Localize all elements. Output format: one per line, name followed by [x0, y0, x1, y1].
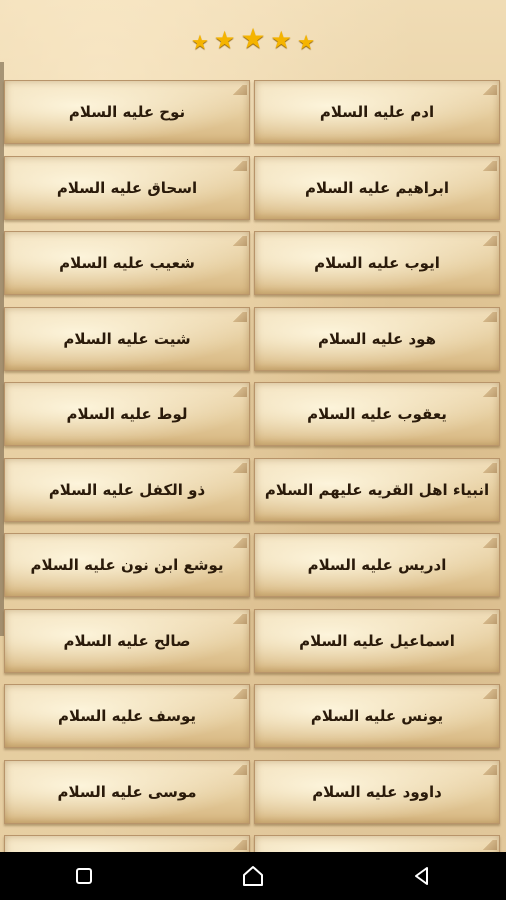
- list-item[interactable]: ذو الكفل عليه السلام: [4, 457, 250, 522]
- list-item-label: يوشع ابن نون عليه السلام: [30, 556, 224, 574]
- list-item-label: اسماعيل عليه السلام: [299, 631, 455, 650]
- list-item-label: لوط عليه السلام: [66, 405, 188, 423]
- list-item[interactable]: موسى عليه السلام: [4, 759, 250, 824]
- list-item-label: ذو الكفل عليه السلام: [48, 480, 206, 499]
- list-item[interactable]: شيت عليه السلام: [4, 306, 250, 371]
- list-item[interactable]: يوسف عليه السلام: [4, 684, 250, 748]
- circle-icon: [242, 866, 263, 886]
- list-item-label: ادم عليه السلام: [319, 103, 435, 121]
- star-icon[interactable]: ★: [271, 28, 293, 52]
- star-icon[interactable]: ★: [191, 32, 209, 52]
- list-item-label: صالح عليه السلام: [63, 631, 191, 650]
- list-item[interactable]: ادم عليه السلام: [254, 80, 500, 144]
- list-item[interactable]: ايوب عليه السلام: [254, 231, 500, 295]
- list-item-label: يوسف عليه السلام: [57, 707, 197, 725]
- list-item[interactable]: نوح عليه السلام: [4, 80, 250, 144]
- list-item[interactable]: داوود عليه السلام: [254, 759, 500, 824]
- list-item-label: شيت عليه السلام: [63, 329, 191, 348]
- triangle-back-icon: [414, 867, 428, 885]
- list-item-label: يعقوب عليه السلام: [307, 405, 447, 423]
- list-item[interactable]: يوشع ابن نون عليه السلام: [4, 533, 250, 597]
- prophets-grid-full: نوح عليه السلام ادم عليه السلام اسحاق عليه…: [4, 80, 504, 889]
- list-item-label: داوود عليه السلام: [312, 782, 442, 801]
- list-item[interactable]: ادريس عليه السلام: [254, 533, 500, 597]
- list-item[interactable]: يونس عليه السلام: [254, 684, 500, 748]
- star-icon[interactable]: ★: [297, 32, 315, 52]
- list-item[interactable]: ابراهيم عليه السلام: [254, 155, 500, 220]
- list-item-label: هود عليه السلام: [318, 329, 436, 348]
- recents-button[interactable]: [54, 852, 114, 900]
- back-button[interactable]: [392, 852, 452, 900]
- list-item[interactable]: انبياء اهل القريه عليهم السلام: [254, 457, 500, 522]
- star-icon[interactable]: ★: [214, 28, 236, 52]
- list-item-label: يونس عليه السلام: [310, 707, 444, 725]
- list-item-label: ابراهيم عليه السلام: [305, 178, 449, 197]
- list-item[interactable]: شعيب عليه السلام: [4, 231, 250, 295]
- list-item[interactable]: اسحاق عليه السلام: [4, 155, 250, 220]
- square-icon: [76, 868, 93, 884]
- list-item[interactable]: هود عليه السلام: [254, 306, 500, 371]
- star-icon[interactable]: ★: [240, 25, 265, 53]
- list-item-label: موسى عليه السلام: [57, 782, 197, 801]
- list-item-label: نوح عليه السلام: [68, 103, 186, 121]
- list-item[interactable]: يعقوب عليه السلام: [254, 382, 500, 446]
- system-navigation-bar: [0, 852, 506, 900]
- rating-stars[interactable]: ★ ★ ★ ★ ★: [0, 22, 506, 56]
- list-item-label: شعيب عليه السلام: [59, 254, 195, 272]
- list-item[interactable]: لوط عليه السلام: [4, 382, 250, 446]
- list-item[interactable]: صالح عليه السلام: [4, 608, 250, 673]
- list-item[interactable]: اسماعيل عليه السلام: [254, 608, 500, 673]
- home-button[interactable]: [223, 852, 283, 900]
- list-item-label: انبياء اهل القريه عليهم السلام: [264, 480, 490, 499]
- list-item-label: اسحاق عليه السلام: [56, 178, 198, 197]
- list-item-label: ادريس عليه السلام: [307, 556, 447, 574]
- list-item-label: ايوب عليه السلام: [314, 254, 440, 272]
